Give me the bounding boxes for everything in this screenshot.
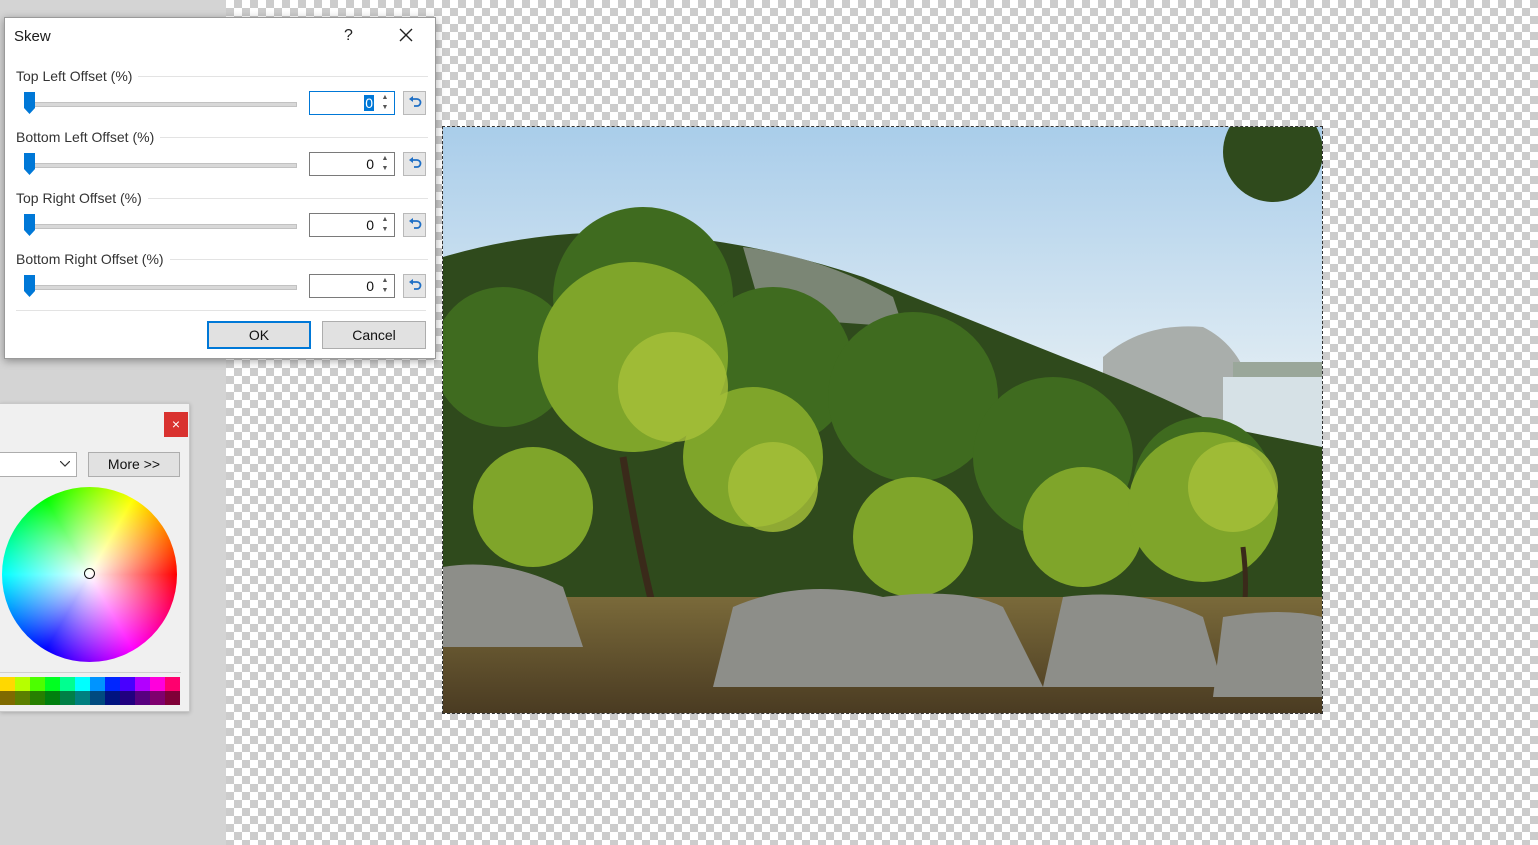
spin-down-icon[interactable]: ▼ — [378, 225, 392, 235]
palette-swatch[interactable] — [135, 691, 150, 705]
spin-down-icon[interactable]: ▼ — [378, 103, 392, 113]
bottom-right-offset-slider-track[interactable] — [24, 285, 297, 290]
spin-up-icon[interactable]: ▲ — [378, 215, 392, 225]
top-left-offset-input[interactable]: 0 ▲ ▼ — [309, 91, 395, 115]
help-button[interactable]: ? — [344, 27, 353, 45]
palette-swatch[interactable] — [150, 677, 165, 691]
bottom-left-offset-reset-button[interactable] — [403, 152, 426, 176]
bottom-right-offset-input[interactable]: 0 ▲ ▼ — [309, 274, 395, 298]
palette-swatch[interactable] — [135, 677, 150, 691]
footer-divider — [16, 310, 426, 311]
bottom-right-offset-slider-thumb[interactable] — [24, 275, 35, 297]
palette-swatch[interactable] — [75, 677, 90, 691]
bottom-left-offset-label: Bottom Left Offset (%) — [16, 129, 161, 145]
landscape-photo — [443, 127, 1322, 713]
color-mode-dropdown[interactable] — [0, 452, 77, 477]
colors-close-button[interactable]: × — [164, 412, 188, 437]
palette-swatch[interactable] — [120, 691, 135, 705]
reset-icon — [409, 96, 422, 107]
spin-up-icon[interactable]: ▲ — [378, 93, 392, 103]
colors-panel: × More >> — [0, 403, 190, 712]
palette-swatch[interactable] — [150, 691, 165, 705]
color-wheel[interactable] — [2, 487, 177, 662]
color-palette — [0, 677, 180, 705]
palette-swatch[interactable] — [0, 691, 15, 705]
color-wheel-marker[interactable] — [84, 568, 95, 579]
bottom-right-offset-label: Bottom Right Offset (%) — [16, 251, 170, 267]
close-icon[interactable] — [397, 26, 415, 44]
palette-swatch[interactable] — [165, 691, 180, 705]
bottom-left-offset-input[interactable]: 0 ▲ ▼ — [309, 152, 395, 176]
top-left-offset-slider-track[interactable] — [24, 102, 297, 107]
spin-down-icon[interactable]: ▼ — [378, 286, 392, 296]
palette-swatch[interactable] — [45, 691, 60, 705]
bottom-right-offset-reset-button[interactable] — [403, 274, 426, 298]
reset-icon — [409, 218, 422, 229]
palette-row-bottom — [0, 691, 180, 705]
palette-swatch[interactable] — [105, 677, 120, 691]
reset-icon — [409, 157, 422, 168]
spin-down-icon[interactable]: ▼ — [378, 164, 392, 174]
dialog-title: Skew — [14, 28, 51, 45]
cancel-button[interactable]: Cancel — [322, 321, 426, 349]
palette-swatch[interactable] — [60, 691, 75, 705]
palette-swatch[interactable] — [30, 691, 45, 705]
palette-swatch[interactable] — [45, 677, 60, 691]
palette-divider — [0, 672, 181, 673]
top-right-offset-reset-button[interactable] — [403, 213, 426, 237]
palette-swatch[interactable] — [120, 677, 135, 691]
palette-swatch[interactable] — [90, 691, 105, 705]
palette-swatch[interactable] — [90, 677, 105, 691]
chevron-down-icon — [60, 461, 70, 467]
ok-button[interactable]: OK — [207, 321, 311, 349]
bottom-left-offset-slider-thumb[interactable] — [24, 153, 35, 175]
top-right-offset-slider-track[interactable] — [24, 224, 297, 229]
image-layer[interactable] — [442, 126, 1323, 714]
palette-swatch[interactable] — [30, 677, 45, 691]
palette-swatch[interactable] — [15, 691, 30, 705]
palette-swatch[interactable] — [60, 677, 75, 691]
top-right-offset-input[interactable]: 0 ▲ ▼ — [309, 213, 395, 237]
top-left-offset-label: Top Left Offset (%) — [16, 68, 139, 84]
top-left-offset-slider-thumb[interactable] — [24, 92, 35, 114]
palette-swatch[interactable] — [105, 691, 120, 705]
palette-row-top — [0, 677, 180, 691]
palette-swatch[interactable] — [0, 677, 15, 691]
skew-dialog: Skew ? Top Left Offset (%) 0 ▲ ▼ Bottom … — [4, 17, 436, 359]
spin-up-icon[interactable]: ▲ — [378, 154, 392, 164]
palette-swatch[interactable] — [165, 677, 180, 691]
top-left-offset-reset-button[interactable] — [403, 91, 426, 115]
palette-swatch[interactable] — [75, 691, 90, 705]
reset-icon — [409, 279, 422, 290]
spin-up-icon[interactable]: ▲ — [378, 276, 392, 286]
bottom-left-offset-slider-track[interactable] — [24, 163, 297, 168]
top-right-offset-label: Top Right Offset (%) — [16, 190, 148, 206]
top-right-offset-slider-thumb[interactable] — [24, 214, 35, 236]
palette-swatch[interactable] — [15, 677, 30, 691]
more-button[interactable]: More >> — [88, 452, 180, 477]
